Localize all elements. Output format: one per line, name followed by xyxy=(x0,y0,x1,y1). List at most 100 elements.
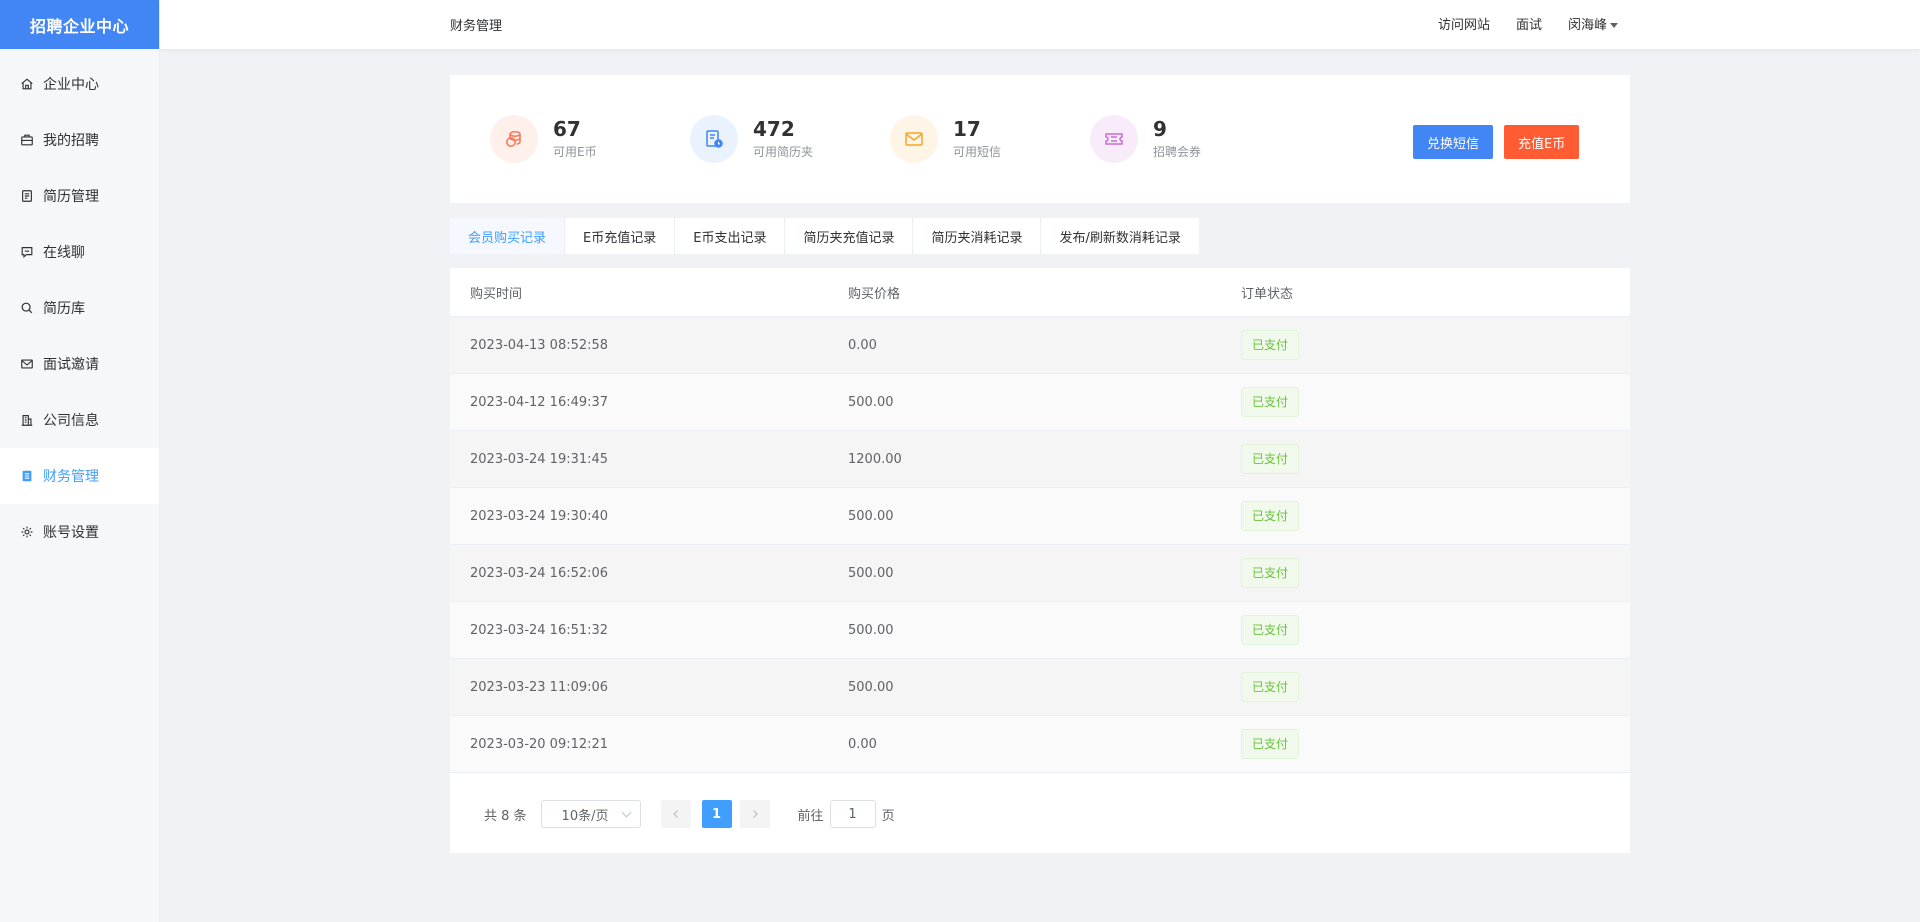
goto-label: 前往 xyxy=(797,808,824,824)
sms-label: 可用短信 xyxy=(953,145,1002,159)
e-coins-value: 67 xyxy=(553,117,581,141)
ticket-icon xyxy=(1090,115,1138,163)
record-tabs: 会员购买记录 E币充值记录 E币支出记录 简历夹充值记录 简历夹消耗记录 发布/… xyxy=(450,218,1199,254)
table-row: 2023-03-24 19:30:40 500.00 已支付 xyxy=(450,488,1630,545)
sidebar-item-interview-invitation[interactable]: 面试邀请 xyxy=(0,336,159,392)
tab-e-coin-recharge[interactable]: E币充值记录 xyxy=(565,218,676,254)
gear-icon xyxy=(20,525,34,539)
interview-link[interactable]: 面试 xyxy=(1516,14,1542,33)
sidebar-item-label: 在线聊 xyxy=(43,245,85,261)
coins-icon xyxy=(490,115,538,163)
goto-page-input[interactable] xyxy=(829,800,876,828)
cell-time: 2023-03-24 19:31:45 xyxy=(470,451,609,467)
column-header-price: 购买价格 xyxy=(848,286,901,302)
cell-time: 2023-03-23 11:09:06 xyxy=(470,679,609,695)
sidebar-item-finance-management[interactable]: 财务管理 xyxy=(0,448,159,504)
prev-page-button[interactable] xyxy=(660,800,691,828)
cell-time: 2023-03-20 09:12:21 xyxy=(470,736,609,752)
tab-resume-folder-recharge[interactable]: 简历夹充值记录 xyxy=(785,218,914,254)
sidebar-item-enterprise-center[interactable]: 企业中心 xyxy=(0,56,159,112)
cell-price: 500.00 xyxy=(848,622,894,638)
page-size-value: 10条/页 xyxy=(561,808,609,824)
sidebar-item-label: 简历库 xyxy=(43,301,85,317)
envelope-icon xyxy=(890,115,938,163)
sidebar-item-account-settings[interactable]: 账号设置 xyxy=(0,504,159,560)
e-coins-label: 可用E币 xyxy=(553,145,597,159)
next-page-button[interactable] xyxy=(739,800,770,828)
sidebar-menu: 企业中心 我的招聘 简历管理 在线聊 简历库 面试邀请 公司信息 财务管理 账号… xyxy=(0,56,159,560)
stat-e-coins: 67 可用E币 xyxy=(490,115,597,163)
sidebar-item-label: 财务管理 xyxy=(43,469,99,485)
table-row: 2023-03-23 11:09:06 500.00 已支付 xyxy=(450,659,1630,716)
status-badge: 已支付 xyxy=(1241,501,1300,531)
tab-resume-folder-consumption[interactable]: 简历夹消耗记录 xyxy=(913,218,1042,254)
user-name: 闵海峰 xyxy=(1567,18,1607,33)
status-badge: 已支付 xyxy=(1241,615,1300,645)
table-row: 2023-03-24 19:31:45 1200.00 已支付 xyxy=(450,431,1630,488)
sidebar-item-my-recruitment[interactable]: 我的招聘 xyxy=(0,112,159,168)
cell-price: 500.00 xyxy=(848,679,894,695)
chevron-right-icon xyxy=(752,810,758,818)
table-header: 购买时间 购买价格 订单状态 xyxy=(450,268,1630,317)
status-badge: 已支付 xyxy=(1241,387,1300,417)
table-row: 2023-04-12 16:49:37 500.00 已支付 xyxy=(450,374,1630,431)
exchange-sms-button[interactable]: 兑换短信 xyxy=(1413,125,1494,159)
briefcase-icon xyxy=(20,133,34,147)
page-suffix: 页 xyxy=(881,808,895,824)
document-icon xyxy=(20,189,34,203)
breadcrumb: 财务管理 xyxy=(450,19,503,34)
sidebar-item-company-info[interactable]: 公司信息 xyxy=(0,392,159,448)
sidebar-item-online-chat[interactable]: 在线聊 xyxy=(0,224,159,280)
top-header: 财务管理 访问网站 面试 闵海峰 xyxy=(160,0,1920,49)
user-menu[interactable]: 闵海峰 xyxy=(1568,14,1618,33)
tickets-value: 9 xyxy=(1153,117,1167,141)
caret-down-icon xyxy=(1610,23,1618,28)
cell-price: 1200.00 xyxy=(848,451,902,467)
sidebar-item-resume-library[interactable]: 简历库 xyxy=(0,280,159,336)
account-stats-card: 67 可用E币 472 可用简历夹 17 可用短信 9 招聘会券 兑换短信 充值… xyxy=(450,75,1630,203)
home-icon xyxy=(20,77,34,91)
tab-publish-refresh-consumption[interactable]: 发布/刷新数消耗记录 xyxy=(1041,218,1198,254)
sidebar-item-label: 账号设置 xyxy=(43,525,99,541)
sidebar-item-label: 简历管理 xyxy=(43,189,99,205)
cell-time: 2023-03-24 16:52:06 xyxy=(470,565,609,581)
sidebar-item-label: 面试邀请 xyxy=(43,357,99,373)
resume-folders-label: 可用简历夹 xyxy=(753,145,814,159)
search-icon xyxy=(20,301,34,315)
cell-price: 0.00 xyxy=(848,736,877,752)
cell-price: 500.00 xyxy=(848,565,894,581)
tab-e-coin-expense[interactable]: E币支出记录 xyxy=(675,218,786,254)
cell-time: 2023-03-24 16:51:32 xyxy=(470,622,609,638)
stat-resume-folders: 472 可用简历夹 xyxy=(690,115,813,163)
table-row: 2023-04-13 08:52:58 0.00 已支付 xyxy=(450,317,1630,374)
mail-icon xyxy=(20,357,34,371)
sidebar-item-label: 公司信息 xyxy=(43,413,99,429)
tickets-label: 招聘会券 xyxy=(1153,145,1202,159)
tab-membership-purchase[interactable]: 会员购买记录 xyxy=(450,218,566,254)
table-row: 2023-03-24 16:52:06 500.00 已支付 xyxy=(450,545,1630,602)
sidebar-item-resume-management[interactable]: 简历管理 xyxy=(0,168,159,224)
finance-icon xyxy=(20,469,34,483)
sidebar-item-label: 企业中心 xyxy=(43,77,99,93)
recharge-e-coins-button[interactable]: 充值E币 xyxy=(1504,125,1580,159)
page-size-select[interactable]: 10条/页 xyxy=(540,800,641,828)
cell-price: 0.00 xyxy=(848,337,877,353)
status-badge: 已支付 xyxy=(1241,558,1300,588)
stat-job-fair-tickets: 9 招聘会券 xyxy=(1090,115,1201,163)
status-badge: 已支付 xyxy=(1241,729,1300,759)
resume-folder-icon xyxy=(690,115,738,163)
visit-website-link[interactable]: 访问网站 xyxy=(1438,14,1490,33)
app-logo[interactable]: 招聘企业中心 xyxy=(0,0,159,49)
header-links: 访问网站 面试 闵海峰 xyxy=(1438,14,1618,33)
cell-time: 2023-04-13 08:52:58 xyxy=(470,337,609,353)
cell-price: 500.00 xyxy=(848,394,894,410)
cell-price: 500.00 xyxy=(848,508,894,524)
chat-icon xyxy=(20,245,34,259)
page-number-current[interactable]: 1 xyxy=(701,800,732,828)
column-header-time: 购买时间 xyxy=(470,286,523,302)
status-badge: 已支付 xyxy=(1241,444,1300,474)
resume-folders-value: 472 xyxy=(753,117,795,141)
chevron-left-icon xyxy=(672,810,678,818)
cell-time: 2023-04-12 16:49:37 xyxy=(470,394,609,410)
status-badge: 已支付 xyxy=(1241,330,1300,360)
